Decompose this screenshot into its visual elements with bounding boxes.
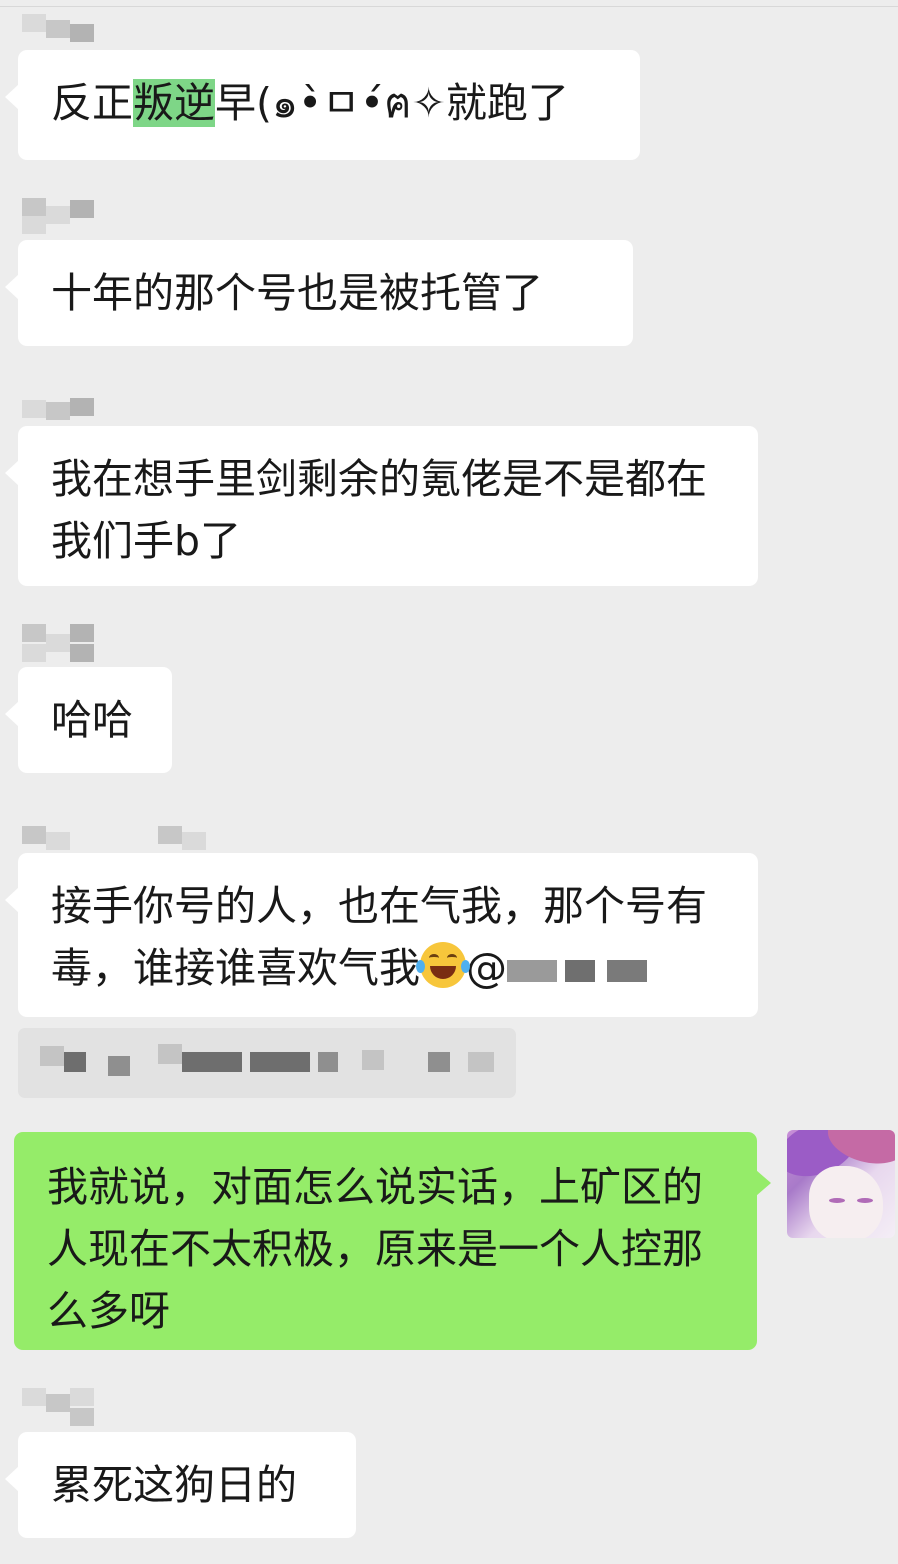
message-text: 反正	[51, 79, 133, 127]
laughing-tears-emoji-icon	[416, 942, 470, 988]
message-text: 哈哈	[51, 696, 133, 744]
message-text: 我在想手里剑剩余的氪佬是不是都在我们手b了	[51, 455, 707, 565]
message-text: 我就说，对面怎么说实话，上矿区的人现在不太积极，原来是一个人控那么多呀	[47, 1163, 703, 1335]
chat-window: 反正叛逆早(๑•̀ㅁ•́ฅ✧就跑了 十年的那个号也是被托管了 我在想手里剑剩余的…	[0, 0, 898, 1564]
divider	[0, 6, 898, 7]
message-text: 早(๑•̀ㅁ•́ฅ✧就跑了	[215, 79, 569, 127]
sender-name-redacted	[22, 624, 102, 662]
sender-name-redacted	[22, 14, 102, 50]
sender-name-redacted	[22, 198, 102, 234]
message-bubble[interactable]: 接手你号的人，也在气我，那个号有毒，谁接谁喜欢气我 @	[5, 853, 758, 1017]
message-text: 十年的那个号也是被托管了	[51, 269, 543, 317]
sender-name-redacted	[22, 1388, 102, 1426]
outgoing-message-bubble[interactable]: 我就说，对面怎么说实话，上矿区的人现在不太积极，原来是一个人控那么多呀	[14, 1132, 771, 1350]
highlighted-text[interactable]: 叛逆	[133, 79, 215, 127]
quoted-message-redacted[interactable]	[18, 1028, 516, 1098]
message-bubble[interactable]: 累死这狗日的	[5, 1432, 356, 1538]
message-bubble[interactable]: 十年的那个号也是被托管了	[5, 240, 633, 346]
message-bubble[interactable]: 反正叛逆早(๑•̀ㅁ•́ฅ✧就跑了	[5, 50, 640, 160]
redacted-mention	[507, 956, 657, 986]
mention-prefix: @	[466, 944, 507, 992]
message-bubble[interactable]: 哈哈	[5, 667, 172, 773]
message-text: 累死这狗日的	[51, 1461, 297, 1509]
user-avatar[interactable]	[787, 1130, 895, 1238]
message-bubble[interactable]: 我在想手里剑剩余的氪佬是不是都在我们手b了	[5, 426, 758, 586]
